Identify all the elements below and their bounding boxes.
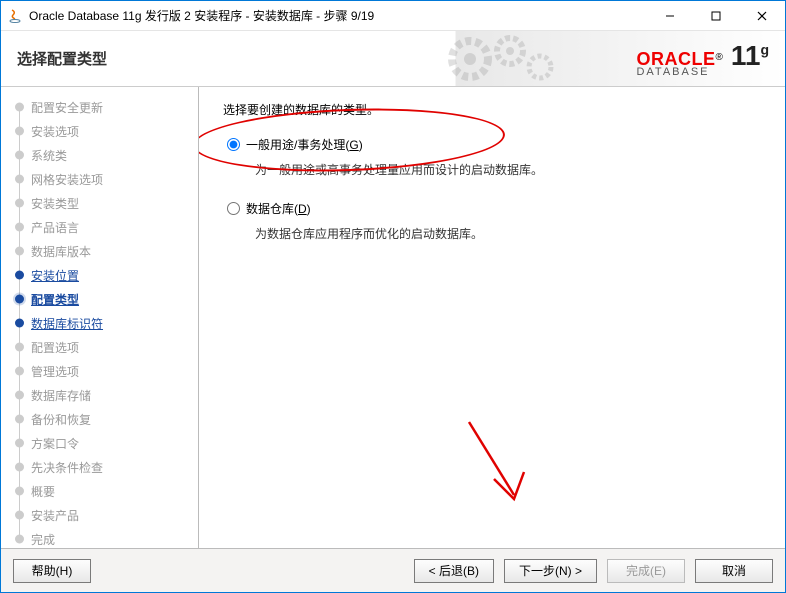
java-icon — [7, 8, 23, 24]
step-item: 数据库版本 — [11, 239, 194, 263]
step-dot-icon — [15, 415, 24, 424]
step-dot-icon — [15, 367, 24, 376]
step-label: 安装选项 — [31, 123, 79, 140]
step-item: 产品语言 — [11, 215, 194, 239]
step-item: 安装选项 — [11, 119, 194, 143]
step-label: 管理选项 — [31, 363, 79, 380]
step-dot-icon — [15, 223, 24, 232]
maximize-button[interactable] — [693, 1, 739, 31]
step-item: 完成 — [11, 527, 194, 548]
step-item: 网格安装选项 — [11, 167, 194, 191]
window-titlebar: Oracle Database 11g 发行版 2 安装程序 - 安装数据库 -… — [1, 1, 785, 31]
step-label: 数据库版本 — [31, 243, 91, 260]
radio-description: 为一般用途或高事务处理量应用而设计的启动数据库。 — [255, 161, 761, 178]
radio-label: 一般用途/事务处理(G) — [246, 136, 363, 153]
step-item[interactable]: 安装位置 — [11, 263, 194, 287]
step-dot-icon — [15, 103, 24, 112]
step-dot-icon — [15, 199, 24, 208]
step-item[interactable]: 数据库标识符 — [11, 311, 194, 335]
step-label: 完成 — [31, 531, 55, 548]
radio-description: 为数据仓库应用程序而优化的启动数据库。 — [255, 225, 761, 242]
step-dot-icon — [15, 439, 24, 448]
cancel-button[interactable]: 取消 — [695, 559, 773, 583]
content-prompt: 选择要创建的数据库的类型。 — [223, 101, 761, 118]
step-label: 配置类型 — [31, 291, 79, 308]
step-label: 配置安全更新 — [31, 99, 103, 116]
step-label: 安装产品 — [31, 507, 79, 524]
page-title: 选择配置类型 — [17, 48, 107, 69]
step-dot-icon — [15, 319, 24, 328]
step-sidebar: 配置安全更新安装选项系统类网格安装选项安装类型产品语言数据库版本安装位置配置类型… — [1, 87, 199, 548]
gears-decoration — [440, 33, 570, 85]
main-area: 配置安全更新安装选项系统类网格安装选项安装类型产品语言数据库版本安装位置配置类型… — [1, 87, 785, 548]
finish-button[interactable]: 完成(E) — [607, 559, 685, 583]
step-item: 先决条件检查 — [11, 455, 194, 479]
step-label: 概要 — [31, 483, 55, 500]
header-banner: 选择配置类型 ORACLE® DATABASE 11g — [1, 31, 785, 87]
step-dot-icon — [15, 175, 24, 184]
close-button[interactable] — [739, 1, 785, 31]
window-controls — [647, 1, 785, 31]
step-label: 备份和恢复 — [31, 411, 91, 428]
radio-label: 数据仓库(D) — [246, 200, 311, 217]
step-item: 备份和恢复 — [11, 407, 194, 431]
step-dot-icon — [15, 343, 24, 352]
step-label: 安装类型 — [31, 195, 79, 212]
oracle-logo: ORACLE® DATABASE 11g — [636, 40, 769, 78]
window-title: Oracle Database 11g 发行版 2 安装程序 - 安装数据库 -… — [29, 7, 374, 24]
radio-input-general[interactable] — [227, 138, 240, 151]
step-item: 配置安全更新 — [11, 95, 194, 119]
step-item: 安装类型 — [11, 191, 194, 215]
radio-option-warehouse: 数据仓库(D) 为数据仓库应用程序而优化的启动数据库。 — [223, 200, 761, 242]
step-label: 产品语言 — [31, 219, 79, 236]
step-item: 数据库存储 — [11, 383, 194, 407]
step-label: 数据库存储 — [31, 387, 91, 404]
step-dot-icon — [15, 391, 24, 400]
step-item: 安装产品 — [11, 503, 194, 527]
radio-row[interactable]: 数据仓库(D) — [227, 200, 761, 217]
step-item: 方案口令 — [11, 431, 194, 455]
step-label: 安装位置 — [31, 267, 79, 284]
content-pane: 选择要创建的数据库的类型。 一般用途/事务处理(G) 为一般用途或高事务处理量应用… — [199, 87, 785, 548]
radio-input-warehouse[interactable] — [227, 202, 240, 215]
step-dot-icon — [15, 271, 24, 280]
step-item: 系统类 — [11, 143, 194, 167]
step-item: 配置选项 — [11, 335, 194, 359]
radio-option-general: 一般用途/事务处理(G) 为一般用途或高事务处理量应用而设计的启动数据库。 — [223, 136, 761, 178]
step-dot-icon — [15, 511, 24, 520]
button-bar: 帮助(H) < 后退(B) 下一步(N) > 完成(E) 取消 — [1, 548, 785, 592]
step-label: 系统类 — [31, 147, 67, 164]
step-dot-icon — [15, 535, 24, 544]
oracle-version: 11g — [731, 40, 769, 72]
step-label: 配置选项 — [31, 339, 79, 356]
back-button[interactable]: < 后退(B) — [414, 559, 494, 583]
step-label: 方案口令 — [31, 435, 79, 452]
step-label: 数据库标识符 — [31, 315, 103, 332]
annotation-arrow — [459, 417, 539, 512]
step-dot-icon — [15, 247, 24, 256]
radio-row[interactable]: 一般用途/事务处理(G) — [227, 136, 761, 153]
step-label: 先决条件检查 — [31, 459, 103, 476]
step-item: 管理选项 — [11, 359, 194, 383]
step-dot-icon — [15, 463, 24, 472]
step-dot-icon — [15, 127, 24, 136]
step-item: 概要 — [11, 479, 194, 503]
help-button[interactable]: 帮助(H) — [13, 559, 91, 583]
step-label: 网格安装选项 — [31, 171, 103, 188]
step-item[interactable]: 配置类型 — [11, 287, 194, 311]
step-dot-icon — [15, 295, 24, 304]
minimize-button[interactable] — [647, 1, 693, 31]
step-dot-icon — [15, 151, 24, 160]
next-button[interactable]: 下一步(N) > — [504, 559, 597, 583]
step-dot-icon — [15, 487, 24, 496]
